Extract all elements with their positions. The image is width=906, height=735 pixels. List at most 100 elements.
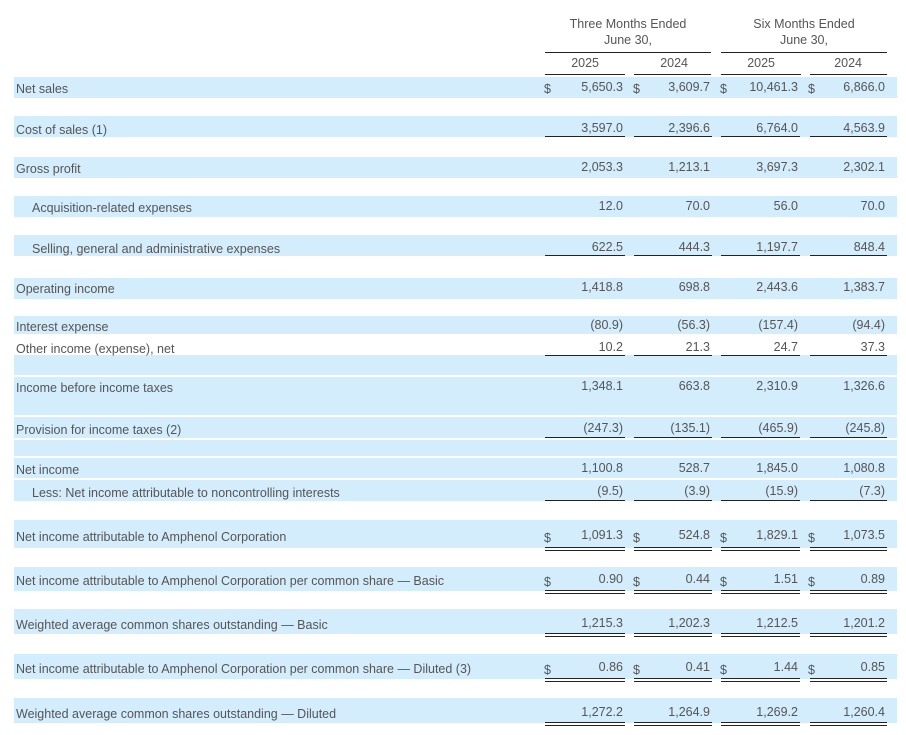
double-underline	[721, 593, 800, 594]
row-value: (247.3)	[583, 421, 623, 435]
header-six-months-line2: June 30,	[780, 33, 828, 47]
row-value: (3.9)	[684, 484, 710, 498]
double-underline	[545, 550, 625, 551]
underline	[634, 437, 712, 438]
header-three-months-line1: Three Months Ended	[569, 17, 687, 31]
spacer-band	[14, 355, 897, 375]
underline	[634, 500, 712, 501]
dollar-sign: $	[808, 663, 815, 677]
underline	[810, 355, 887, 356]
underline	[545, 633, 625, 634]
dollar-sign: $	[633, 663, 640, 677]
row-value: 2,396.6	[668, 121, 710, 135]
row-label: Weighted average common shares outstandi…	[16, 707, 337, 721]
row-label: Other income (expense), net	[16, 342, 175, 356]
row-value: 2,302.1	[843, 160, 885, 174]
row-value: 1,201.2	[843, 616, 885, 630]
double-underline	[721, 725, 800, 726]
year-header-q-2025: 2025	[571, 56, 599, 70]
double-underline	[810, 550, 887, 551]
double-underline	[545, 593, 625, 594]
row-value: 0.86	[598, 660, 623, 674]
row-value: (80.9)	[590, 318, 623, 332]
row-value: 1,326.6	[843, 379, 885, 393]
row-value: 1,269.2	[756, 705, 798, 719]
underline	[810, 500, 887, 501]
underline	[810, 547, 887, 548]
row-value: 6,764.0	[756, 121, 798, 135]
header-rule-three-months	[545, 52, 711, 53]
dollar-sign: $	[720, 575, 727, 589]
row-value: 1,348.1	[581, 379, 623, 393]
row-value: 1,215.3	[581, 616, 623, 630]
row-value: 24.7	[773, 340, 798, 354]
row-value: 0.85	[860, 660, 885, 674]
year-header-q-2024: 2024	[660, 56, 688, 70]
underline	[721, 678, 800, 679]
row-value: 0.89	[860, 572, 885, 586]
underline	[634, 678, 712, 679]
underline	[634, 355, 712, 356]
row-value: 6,866.0	[843, 80, 885, 94]
row-label: Acquisition-related expenses	[32, 201, 192, 215]
spacer-band	[14, 440, 897, 456]
underline	[810, 590, 887, 591]
year-header-s-2025: 2025	[747, 56, 775, 70]
row-value: 2,053.3	[581, 160, 623, 174]
row-value: 10,461.3	[749, 80, 798, 94]
row-value: 848.4	[853, 240, 885, 254]
underline	[545, 722, 625, 723]
row-label: Operating income	[16, 282, 115, 296]
year-rule-2	[634, 74, 711, 75]
double-underline	[721, 636, 800, 637]
row-value: 444.3	[678, 240, 710, 254]
underline	[721, 355, 800, 356]
row-label: Interest expense	[16, 320, 109, 334]
row-value: 1,202.3	[668, 616, 710, 630]
row-label: Income before income taxes	[16, 381, 174, 395]
row-value: 524.8	[678, 528, 710, 542]
underline	[634, 590, 712, 591]
underline	[545, 547, 625, 548]
row-value: 698.8	[678, 280, 710, 294]
row-value: 1,197.7	[756, 240, 798, 254]
row-value: 1,212.5	[756, 616, 798, 630]
dollar-sign: $	[544, 575, 551, 589]
row-value: 1.51	[773, 572, 798, 586]
double-underline	[545, 725, 625, 726]
row-value: 56.0	[773, 199, 798, 213]
underline	[721, 255, 800, 256]
underline	[810, 633, 887, 634]
row-value: 1,080.8	[843, 461, 885, 475]
double-underline	[810, 636, 887, 637]
underline	[545, 500, 625, 501]
row-label: Cost of sales (1)	[16, 123, 108, 137]
year-rule-3	[721, 74, 801, 75]
underline	[545, 590, 625, 591]
row-value: 0.41	[685, 660, 710, 674]
row-value: 622.5	[591, 240, 623, 254]
underline	[545, 255, 625, 256]
header-three-months-line2: June 30,	[604, 33, 652, 47]
row-value: (135.1)	[670, 421, 710, 435]
row-label: Net income	[16, 463, 80, 477]
row-value: (9.5)	[597, 484, 623, 498]
row-label: Net sales	[16, 82, 69, 96]
row-label: Weighted average common shares outstandi…	[16, 618, 328, 632]
dollar-sign: $	[633, 82, 640, 96]
row-value: 1,260.4	[843, 705, 885, 719]
row-value: (56.3)	[677, 318, 710, 332]
row-value: 2,443.6	[756, 280, 798, 294]
underline	[634, 722, 712, 723]
row-label: Less: Net income attributable to noncont…	[32, 486, 340, 500]
year-header-s-2024: 2024	[834, 56, 862, 70]
row-value: (15.9)	[765, 484, 798, 498]
double-underline	[810, 593, 887, 594]
row-value: (157.4)	[758, 318, 798, 332]
underline	[810, 722, 887, 723]
double-underline	[634, 725, 712, 726]
double-underline	[721, 550, 800, 551]
row-value: 21.3	[685, 340, 710, 354]
row-value: 70.0	[860, 199, 885, 213]
row-label: Net income attributable to Amphenol Corp…	[16, 662, 472, 676]
